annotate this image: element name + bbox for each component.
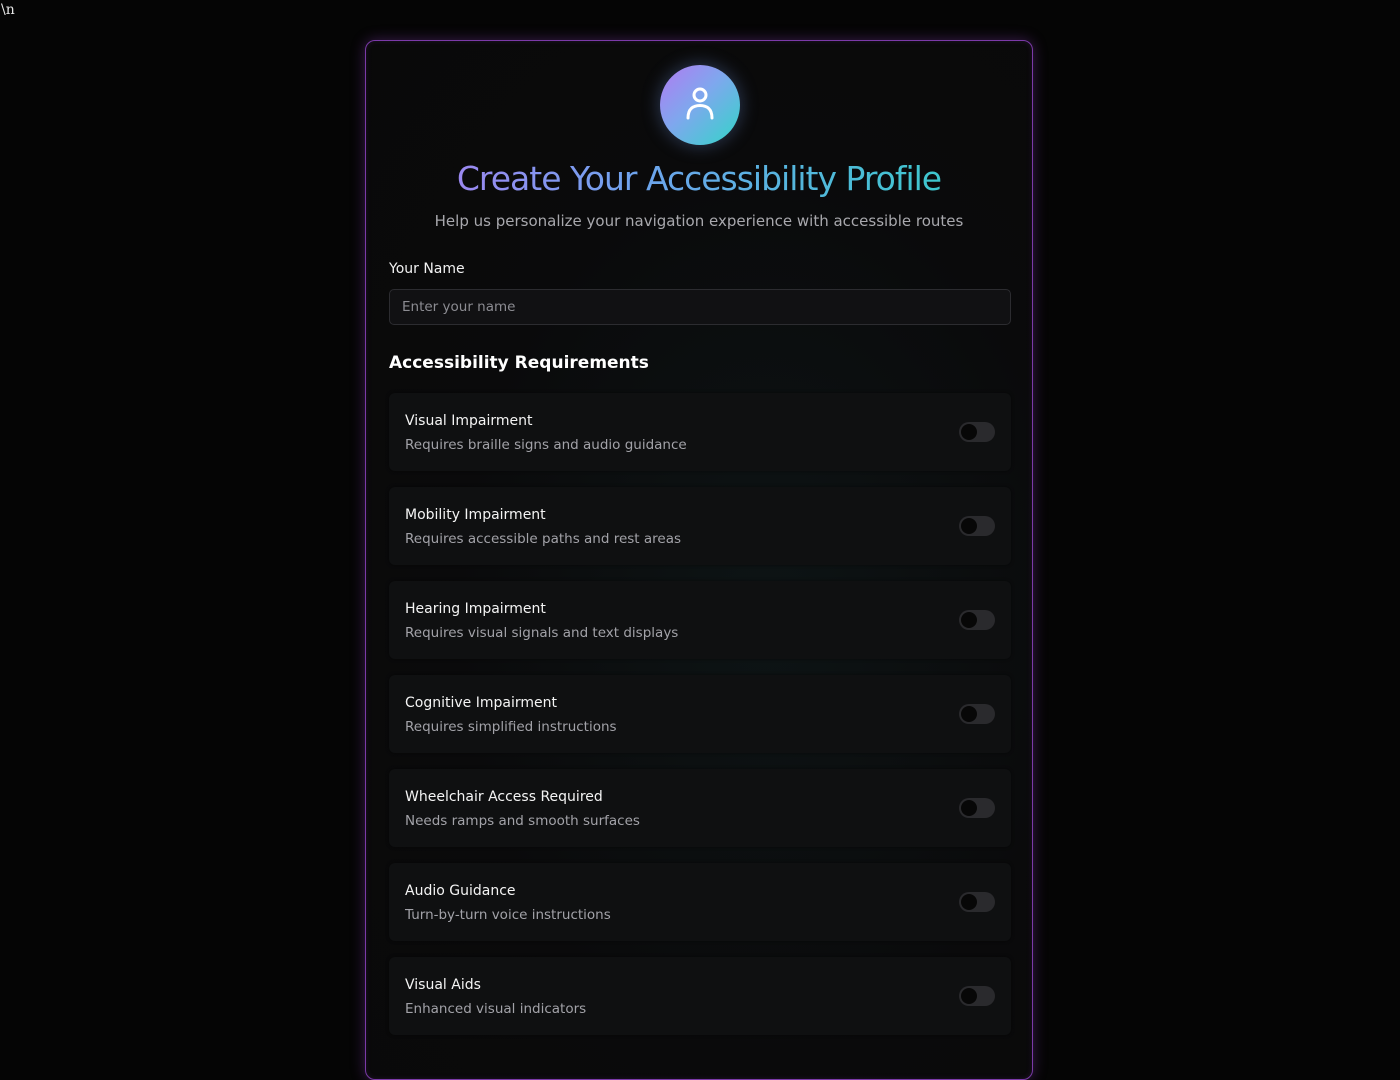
- user-icon: [685, 86, 715, 124]
- avatar: [660, 65, 740, 145]
- mobility-impairment-toggle[interactable]: [959, 516, 995, 536]
- toggle-knob: [961, 706, 977, 722]
- option-cognitive-impairment: Cognitive Impairment Requires simplified…: [389, 675, 1011, 753]
- toggle-knob: [961, 518, 977, 534]
- option-audio-guidance: Audio Guidance Turn-by-turn voice instru…: [389, 863, 1011, 941]
- stray-newline-text: \n: [1, 2, 15, 18]
- option-description: Enhanced visual indicators: [405, 1001, 587, 1017]
- option-hearing-impairment: Hearing Impairment Requires visual signa…: [389, 581, 1011, 659]
- cognitive-impairment-toggle[interactable]: [959, 704, 995, 724]
- option-visual-impairment: Visual Impairment Requires braille signs…: [389, 393, 1011, 471]
- option-title: Mobility Impairment: [405, 507, 546, 523]
- option-description: Needs ramps and smooth surfaces: [405, 813, 640, 829]
- hearing-impairment-toggle[interactable]: [959, 610, 995, 630]
- option-description: Requires accessible paths and rest areas: [405, 531, 682, 547]
- name-input[interactable]: [389, 289, 1011, 325]
- option-title: Visual Aids: [405, 977, 481, 993]
- audio-guidance-toggle[interactable]: [959, 892, 995, 912]
- option-description: Requires visual signals and text display…: [405, 625, 679, 641]
- toggle-knob: [961, 800, 977, 816]
- option-wheelchair-access: Wheelchair Access Required Needs ramps a…: [389, 769, 1011, 847]
- section-title: Accessibility Requirements: [389, 353, 649, 373]
- requirements-list: Visual Impairment Requires braille signs…: [389, 393, 1011, 1051]
- option-title: Audio Guidance: [405, 883, 516, 899]
- option-title: Wheelchair Access Required: [405, 789, 603, 805]
- toggle-knob: [961, 612, 977, 628]
- option-title: Visual Impairment: [405, 413, 533, 429]
- visual-aids-toggle[interactable]: [959, 986, 995, 1006]
- option-mobility-impairment: Mobility Impairment Requires accessible …: [389, 487, 1011, 565]
- option-visual-aids: Visual Aids Enhanced visual indicators: [389, 957, 1011, 1035]
- option-description: Requires simplified instructions: [405, 719, 617, 735]
- name-label: Your Name: [389, 261, 465, 277]
- page-title: Create Your Accessibility Profile: [366, 159, 1032, 198]
- profile-card: Create Your Accessibility Profile Help u…: [365, 40, 1033, 1080]
- page-subtitle: Help us personalize your navigation expe…: [434, 212, 964, 230]
- toggle-knob: [961, 988, 977, 1004]
- option-description: Turn-by-turn voice instructions: [405, 907, 611, 923]
- visual-impairment-toggle[interactable]: [959, 422, 995, 442]
- toggle-knob: [961, 894, 977, 910]
- option-title: Cognitive Impairment: [405, 695, 557, 711]
- wheelchair-access-toggle[interactable]: [959, 798, 995, 818]
- option-title: Hearing Impairment: [405, 601, 546, 617]
- toggle-knob: [961, 424, 977, 440]
- option-description: Requires braille signs and audio guidanc…: [405, 437, 687, 453]
